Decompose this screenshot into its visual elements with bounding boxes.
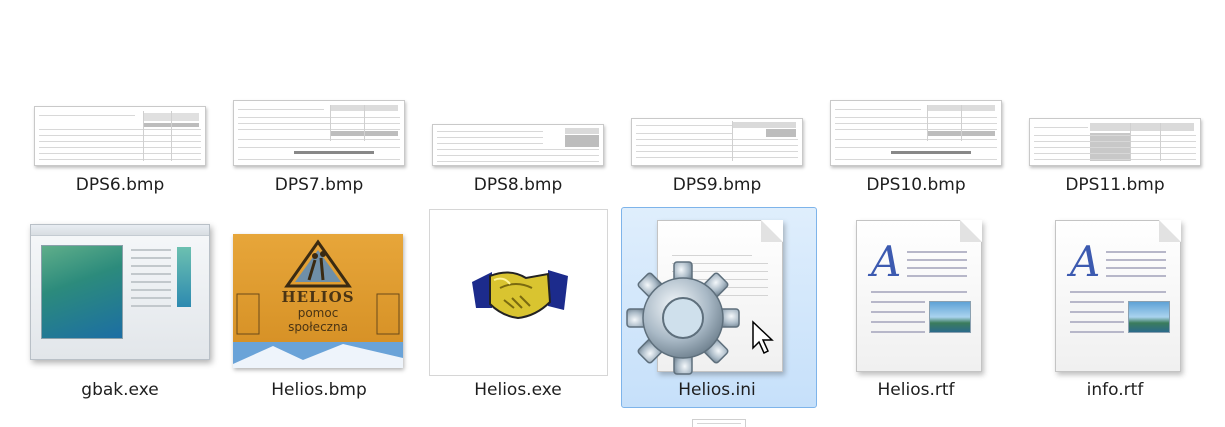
mouse-cursor-icon xyxy=(752,320,774,355)
spreadsheet-thumbnail-icon xyxy=(233,100,405,166)
file-item-gbak-exe[interactable]: gbak.exe xyxy=(20,210,220,410)
file-view: DPS6.bmp DPS7.bmp DPS8.bmp DPS9.bmp DPS1… xyxy=(0,0,1225,427)
rich-text-document-icon: A xyxy=(1055,220,1181,372)
file-name: DPS9.bmp xyxy=(672,175,762,195)
file-name: DPS7.bmp xyxy=(274,175,364,195)
spreadsheet-thumbnail-icon xyxy=(432,124,604,166)
file-name: DPS10.bmp xyxy=(866,175,966,195)
file-name: DPS11.bmp xyxy=(1065,175,1165,195)
handshake-icon xyxy=(472,270,568,320)
file-item-dps8[interactable]: DPS8.bmp xyxy=(418,90,618,210)
spreadsheet-thumbnail-icon xyxy=(1029,118,1201,166)
gear-icon xyxy=(626,261,740,375)
file-name: Helios.rtf xyxy=(877,380,955,400)
landscape-image-icon xyxy=(1128,301,1170,333)
file-name: DPS6.bmp xyxy=(75,175,165,195)
file-name: Helios.exe xyxy=(474,380,562,400)
helios-title: HELIOS xyxy=(281,288,355,306)
application-window-icon xyxy=(30,224,210,360)
file-item-helios-rtf[interactable]: A Helios.rtf xyxy=(816,210,1016,410)
rtf-glyph: A xyxy=(1070,237,1101,286)
file-item-helios-ini[interactable]: Helios.ini xyxy=(617,210,817,410)
file-name: info.rtf xyxy=(1086,380,1144,400)
helios-subtitle-2: społeczna xyxy=(288,320,348,334)
file-name: Helios.bmp xyxy=(271,380,367,400)
file-item-helios-exe[interactable]: Helios.exe xyxy=(418,210,618,410)
helios-subtitle-1: pomoc xyxy=(297,306,339,320)
spreadsheet-thumbnail-icon xyxy=(830,100,1002,166)
file-item-dps11[interactable]: DPS11.bmp xyxy=(1015,90,1215,210)
spreadsheet-thumbnail-icon xyxy=(631,118,803,166)
landscape-image-icon xyxy=(929,301,971,333)
file-item-dps9[interactable]: DPS9.bmp xyxy=(617,90,817,210)
file-item-dps6[interactable]: DPS6.bmp xyxy=(20,90,220,210)
file-name: DPS8.bmp xyxy=(473,175,563,195)
file-name: gbak.exe xyxy=(81,380,159,400)
file-item-info-rtf[interactable]: A info.rtf xyxy=(1015,210,1215,410)
file-name: Helios.ini xyxy=(678,380,756,400)
rtf-glyph: A xyxy=(871,237,902,286)
file-item-dps7[interactable]: DPS7.bmp xyxy=(219,90,419,210)
rich-text-document-icon: A xyxy=(856,220,982,372)
spreadsheet-thumbnail-icon xyxy=(34,106,206,166)
helios-image-thumbnail: HELIOS pomoc społeczna xyxy=(233,234,403,368)
file-item-dps10[interactable]: DPS10.bmp xyxy=(816,90,1016,210)
file-item-helios-bmp[interactable]: HELIOS pomoc społeczna Helios.bmp xyxy=(219,210,419,410)
